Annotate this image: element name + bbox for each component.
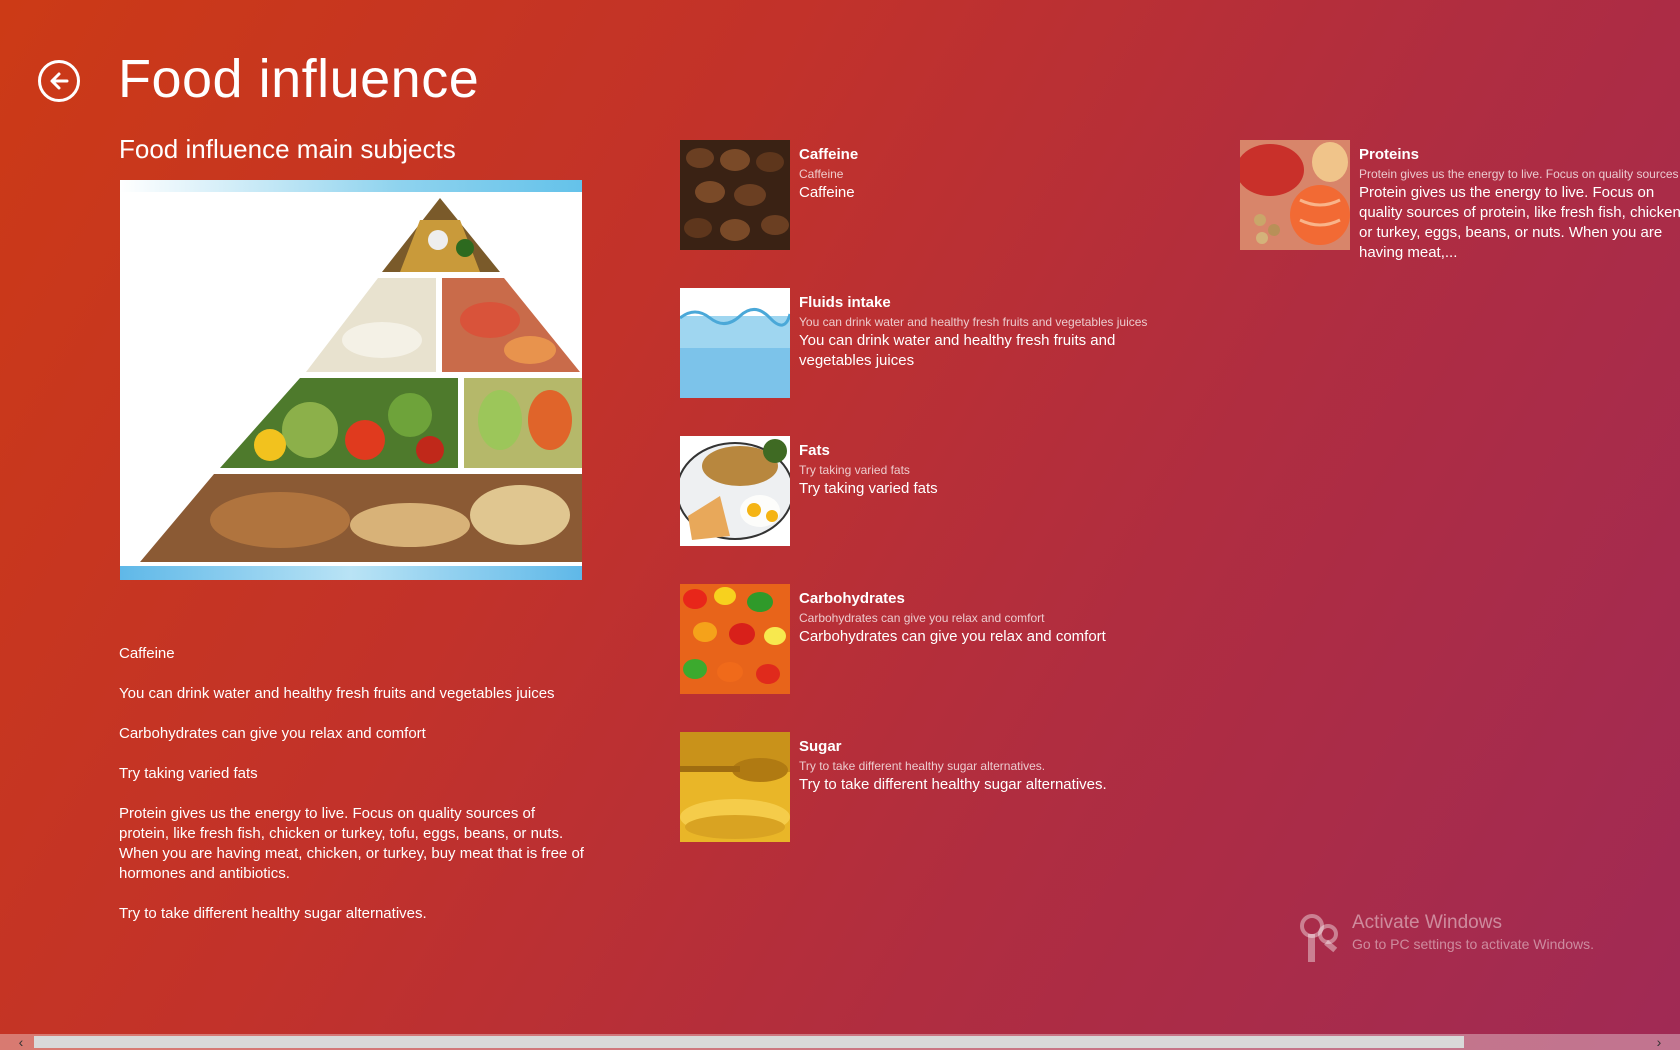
back-button[interactable] bbox=[38, 60, 80, 102]
tile-title: Carbohydrates bbox=[799, 590, 905, 607]
description-proteins: Protein gives us the energy to live. Foc… bbox=[119, 805, 584, 882]
description-list: Caffeine You can drink water and healthy… bbox=[119, 644, 589, 944]
scroll-left-arrow-icon[interactable]: ‹ bbox=[12, 1034, 30, 1050]
tile-description: Caffeine bbox=[799, 184, 855, 201]
scroll-right-arrow-icon[interactable]: › bbox=[1650, 1034, 1668, 1050]
tile-fluids-intake[interactable]: Fluids intake You can drink water and he… bbox=[680, 288, 1150, 400]
tile-description: Protein gives us the energy to live. Foc… bbox=[1359, 184, 1680, 261]
horizontal-scrollbar[interactable]: ‹ › bbox=[0, 1034, 1680, 1050]
description-fats: Try taking varied fats bbox=[119, 765, 258, 782]
tile-caffeine[interactable]: Caffeine Caffeine Caffeine bbox=[680, 140, 1150, 252]
description-fluids: You can drink water and healthy fresh fr… bbox=[119, 685, 555, 702]
tile-subtitle: Try to take different healthy sugar alte… bbox=[799, 759, 1046, 773]
tile-proteins[interactable]: Proteins Protein gives us the energy to … bbox=[1240, 140, 1680, 261]
description-caffeine: Caffeine bbox=[119, 645, 175, 662]
tile-description: Try to take different healthy sugar alte… bbox=[799, 776, 1107, 793]
tile-title: Fats bbox=[799, 442, 830, 459]
tile-description: Try taking varied fats bbox=[799, 480, 938, 497]
tile-title: Fluids intake bbox=[799, 294, 891, 311]
food-pyramid-image bbox=[120, 180, 582, 580]
description-carbohydrates: Carbohydrates can give you relax and com… bbox=[119, 725, 426, 742]
tile-description: You can drink water and healthy fresh fr… bbox=[799, 332, 1116, 369]
tile-description: Carbohydrates can give you relax and com… bbox=[799, 628, 1106, 645]
watermark-subtitle: Go to PC settings to activate Windows. bbox=[1352, 936, 1594, 952]
key-icon bbox=[1300, 914, 1338, 962]
tile-title: Caffeine bbox=[799, 146, 859, 163]
tile-subtitle: Caffeine bbox=[799, 167, 844, 181]
tile-fats[interactable]: Fats Try taking varied fats Try taking v… bbox=[680, 436, 1150, 548]
tile-subtitle: Carbohydrates can give you relax and com… bbox=[799, 611, 1045, 625]
tile-title: Sugar bbox=[799, 738, 842, 755]
description-sugar: Try to take different healthy sugar alte… bbox=[119, 905, 427, 922]
breakfast-plate-image bbox=[680, 436, 790, 546]
tile-subtitle: Try taking varied fats bbox=[799, 463, 910, 477]
back-arrow-icon bbox=[50, 72, 69, 90]
tile-sugar[interactable]: Sugar Try to take different healthy suga… bbox=[680, 732, 1150, 844]
coffee-beans-image bbox=[680, 140, 790, 250]
honey-spoon-image bbox=[680, 732, 790, 842]
section-title: Food influence main subjects bbox=[119, 134, 456, 164]
page-title: Food influence bbox=[118, 49, 480, 109]
gummy-bears-image bbox=[680, 584, 790, 694]
tile-title: Proteins bbox=[1359, 146, 1420, 163]
tile-subtitle: You can drink water and healthy fresh fr… bbox=[799, 315, 1148, 329]
watermark-title: Activate Windows bbox=[1352, 912, 1502, 933]
scrollbar-thumb[interactable] bbox=[34, 1036, 1464, 1048]
water-image bbox=[680, 288, 790, 398]
tile-subtitle: Protein gives us the energy to live. Foc… bbox=[1359, 167, 1680, 181]
activate-windows-watermark: Activate Windows Go to PC settings to ac… bbox=[1298, 912, 1594, 962]
tile-carbohydrates[interactable]: Carbohydrates Carbohydrates can give you… bbox=[680, 584, 1150, 696]
meat-fish-image bbox=[1240, 140, 1350, 250]
